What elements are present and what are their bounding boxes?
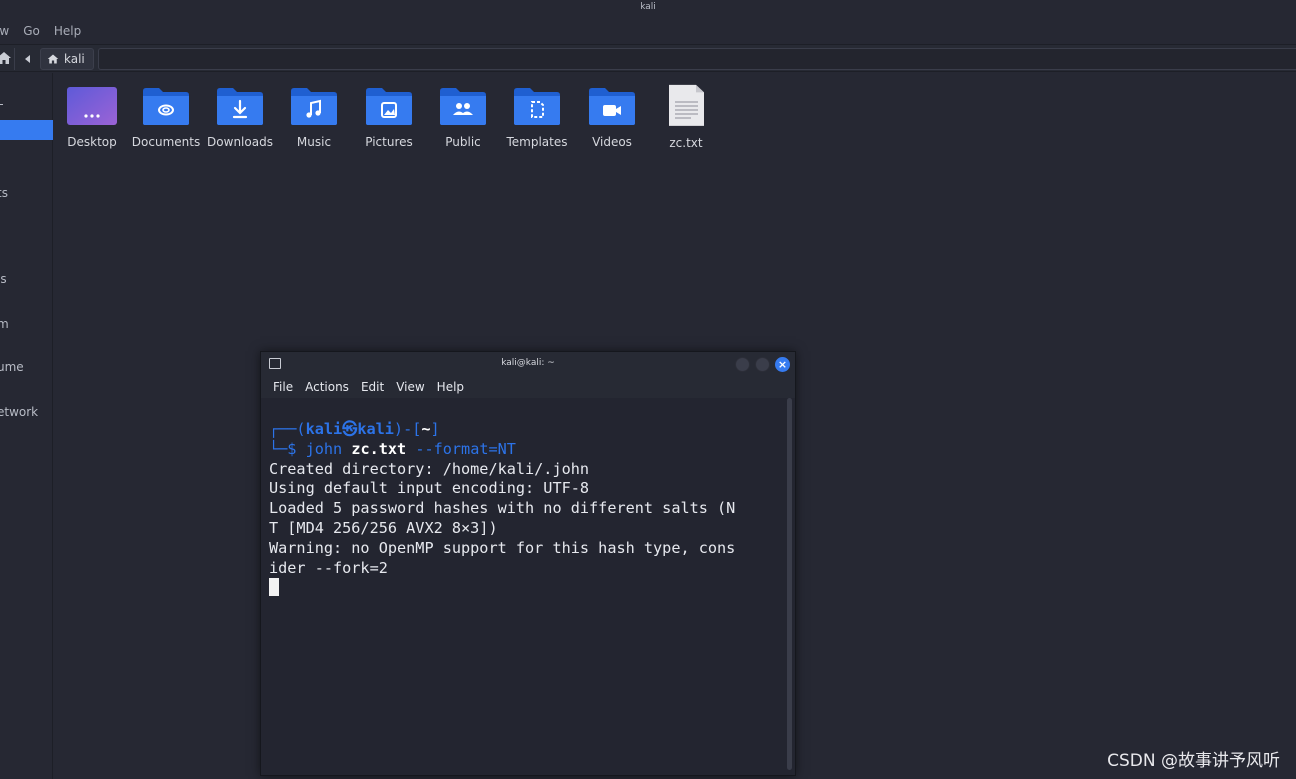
command-program: john	[305, 439, 343, 458]
sidebar-item-dash	[0, 104, 3, 105]
prompt-dir: ~	[421, 420, 431, 438]
prompt-frame: ]	[430, 420, 440, 438]
menu-view[interactable]: ew	[0, 24, 9, 38]
documents-folder-icon	[143, 88, 189, 125]
prompt-line: ┌──(kali㉿kali)-[~]	[269, 420, 783, 440]
command-argument: zc.txt	[351, 439, 407, 458]
home-icon[interactable]	[0, 50, 12, 66]
prompt-user: kali	[305, 420, 343, 438]
pictures-folder-icon	[366, 88, 412, 125]
file-manager-titlebar: kali	[0, 0, 1296, 18]
cursor-line	[269, 578, 783, 598]
terminal-menubar: File Actions Edit View Help	[261, 376, 795, 398]
close-button[interactable]: ×	[775, 357, 790, 372]
output-line: Using default input encoding: UTF-8	[269, 479, 590, 498]
breadcrumb-label: kali	[64, 52, 85, 66]
text-file-icon	[669, 84, 704, 126]
terminal-menu-actions[interactable]: Actions	[305, 380, 349, 394]
menu-help[interactable]: Help	[54, 24, 81, 38]
prompt-frame: ┌──(	[269, 420, 306, 438]
file-item-label: Templates	[506, 135, 568, 149]
desktop-folder-icon	[67, 87, 117, 125]
file-item-label: Desktop	[67, 135, 117, 149]
prompt-host: kali	[357, 420, 394, 438]
file-item-music[interactable]: Music	[277, 85, 351, 149]
terminal-window[interactable]: kali@kali: ~ × File Actions Edit View He…	[260, 351, 796, 776]
command-option: --format=NT	[415, 439, 516, 458]
output-line: Created directory: /home/kali/.john	[269, 459, 590, 478]
file-manager-menubar: ew Go Help	[0, 20, 600, 42]
file-item-desktop[interactable]: Desktop	[55, 85, 129, 149]
maximize-button[interactable]	[755, 357, 770, 372]
videos-folder-icon	[589, 88, 635, 125]
prompt-frame: └─$	[269, 439, 306, 458]
file-item-templates[interactable]: Templates	[500, 85, 574, 149]
file-item-zc-txt[interactable]: zc.txt	[649, 84, 723, 150]
file-item-label: Videos	[592, 135, 632, 149]
file-item-label: zc.txt	[669, 136, 703, 150]
sidebar-item-volume[interactable]: ume	[0, 360, 53, 380]
home-small-icon	[47, 54, 59, 64]
file-item-public[interactable]: Public	[426, 85, 500, 149]
sidebar-item-0[interactable]	[0, 95, 53, 115]
music-folder-icon	[291, 88, 337, 125]
file-item-pictures[interactable]: Pictures	[352, 85, 426, 149]
downloads-folder-icon	[217, 88, 263, 125]
file-item-label: Pictures	[365, 135, 413, 149]
file-item-label: Downloads	[207, 135, 273, 149]
close-icon: ×	[777, 358, 788, 371]
output-line: Loaded 5 password hashes with no differe…	[269, 499, 736, 518]
text-cursor	[269, 578, 279, 597]
sidebar: ts ls m ume etwork	[0, 73, 53, 779]
sidebar-item-network[interactable]: etwork	[0, 405, 53, 425]
menu-go[interactable]: Go	[23, 24, 40, 38]
templates-folder-icon	[514, 88, 560, 125]
sidebar-item-filesystem[interactable]: m	[0, 317, 53, 337]
file-item-label: Public	[445, 135, 481, 149]
terminal-menu-file[interactable]: File	[273, 380, 293, 394]
command-line: └─$ john zc.txt --format=NT	[269, 440, 783, 460]
terminal-scrollbar[interactable]	[787, 398, 792, 770]
prompt-at: ㉿	[342, 420, 358, 438]
breadcrumb-home[interactable]: kali	[40, 48, 94, 70]
watermark: CSDN @故事讲予风听	[1107, 751, 1280, 771]
file-item-label: Documents	[131, 135, 201, 149]
output-line: Warning: no OpenMP support for this hash…	[269, 538, 736, 557]
sidebar-item-downloads[interactable]: ls	[0, 272, 53, 292]
path-bar[interactable]	[98, 48, 1296, 70]
minimize-button[interactable]	[735, 357, 750, 372]
prompt-frame: )-[	[393, 420, 422, 438]
toolbar-separator	[14, 48, 15, 70]
file-manager-title: kali	[640, 2, 656, 12]
output-line: ider --fork=2	[269, 558, 388, 577]
file-manager-toolbar: kali	[0, 44, 1296, 72]
sidebar-item-documents[interactable]: ts	[0, 186, 53, 206]
terminal-menu-edit[interactable]: Edit	[361, 380, 384, 394]
terminal-menu-help[interactable]: Help	[437, 380, 464, 394]
public-folder-icon	[440, 88, 486, 125]
file-item-label: Music	[296, 135, 332, 149]
sidebar-item-home[interactable]	[0, 120, 53, 140]
terminal-titlebar[interactable]: kali@kali: ~ ×	[261, 352, 795, 376]
terminal-menu-view[interactable]: View	[396, 380, 424, 394]
file-item-downloads[interactable]: Downloads	[203, 85, 277, 149]
output-line: T [MD4 256/256 AVX2 8×3])	[269, 518, 498, 537]
file-item-documents[interactable]: Documents	[129, 85, 203, 149]
terminal-output[interactable]: ┌──(kali㉿kali)-[~] └─$ john zc.txt --form…	[261, 398, 783, 775]
back-arrow-icon[interactable]	[18, 48, 38, 70]
file-item-videos[interactable]: Videos	[575, 85, 649, 149]
terminal-title: kali@kali: ~	[501, 358, 555, 368]
